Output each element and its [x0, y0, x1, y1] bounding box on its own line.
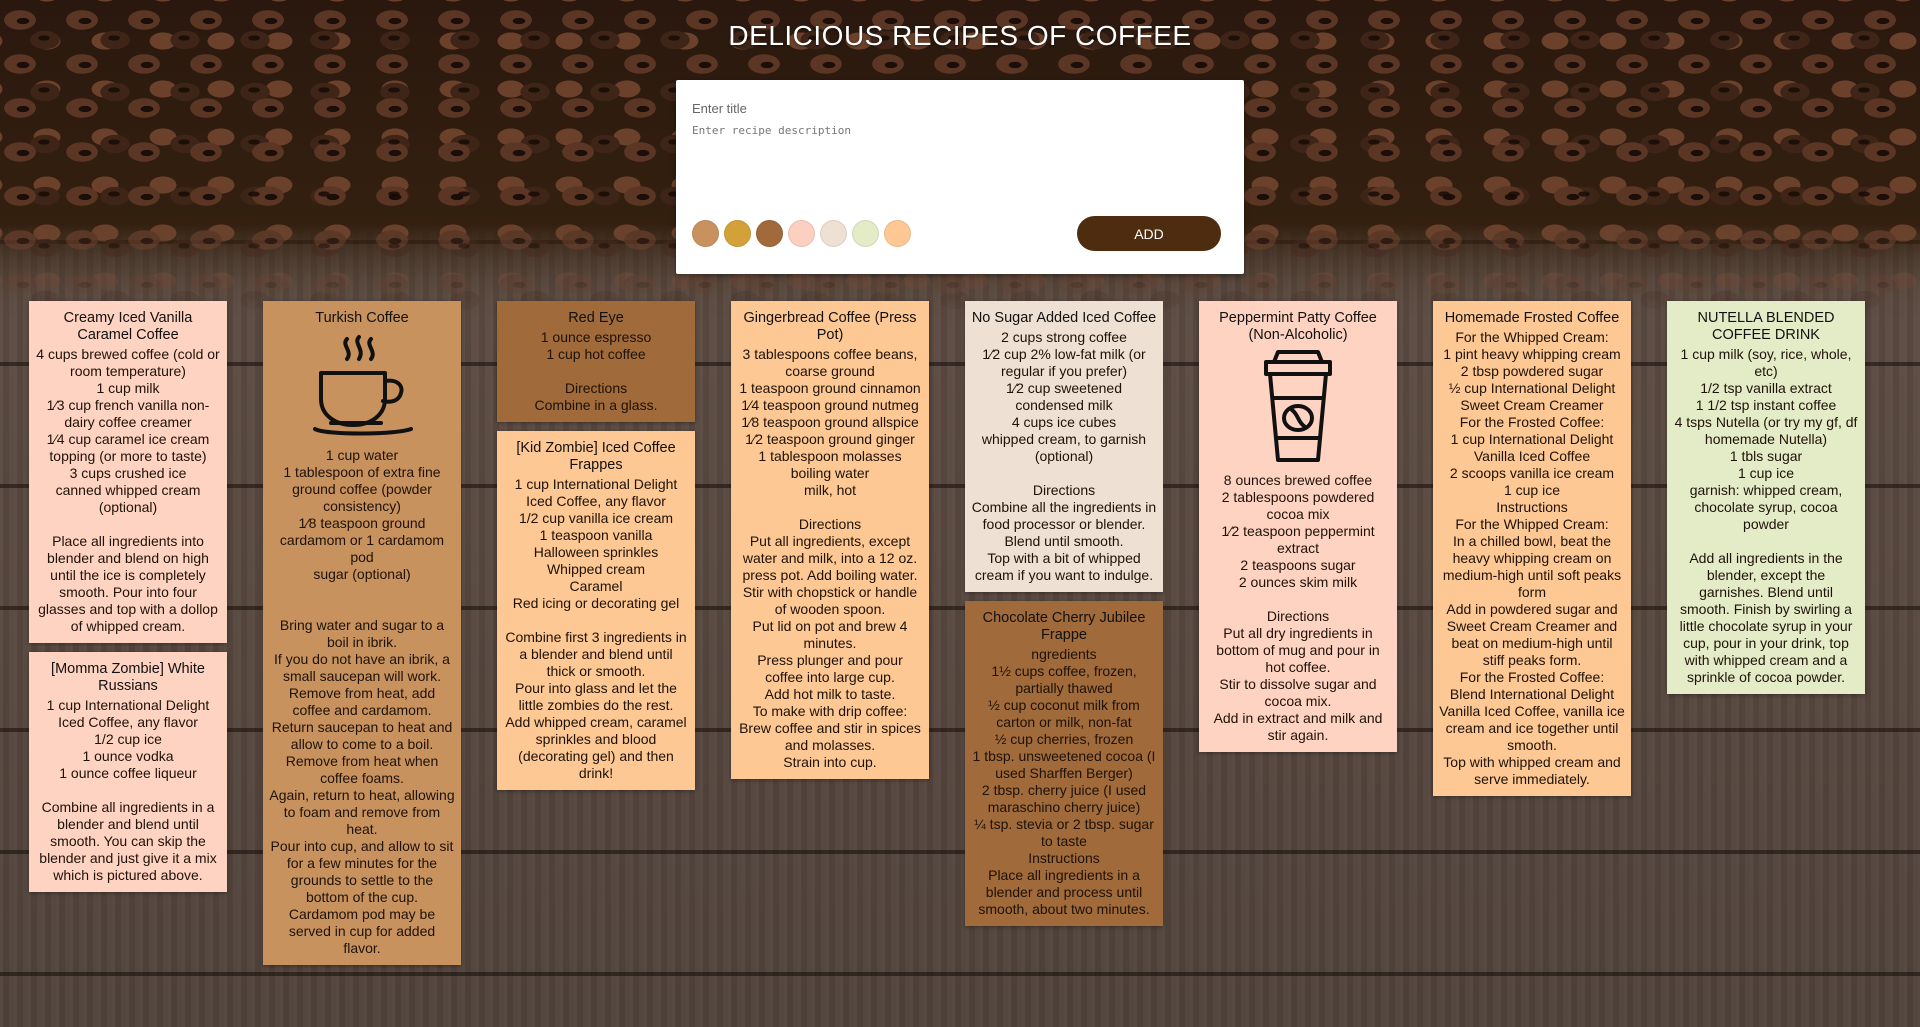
recipe-form: ADD — [676, 80, 1244, 274]
title-input[interactable] — [692, 96, 1222, 120]
recipe-title: [Kid Zombie] Iced Coffee Frappes — [516, 440, 676, 473]
recipe-description: 2 cups strong coffee 1⁄2 cup 2% low-fat … — [971, 329, 1157, 583]
recipe-title: NUTELLA BLENDED COFFEE DRINK — [1697, 310, 1835, 343]
recipe-description: 1 cup International Delight Iced Coffee,… — [505, 476, 687, 781]
color-swatch[interactable] — [756, 220, 783, 247]
color-swatch[interactable] — [724, 220, 751, 247]
description-input[interactable] — [692, 124, 1222, 204]
color-swatches — [692, 220, 911, 247]
recipe-description: 1 ounce espresso 1 cup hot coffee Direct… — [534, 329, 658, 413]
recipe-description: ngredients 1½ cups coffee, frozen, parti… — [972, 646, 1156, 917]
color-swatch[interactable] — [820, 220, 847, 247]
recipe-title: Gingerbread Coffee (Press Pot) — [743, 310, 917, 343]
recipe-title: [Momma Zombie] White Russians — [51, 661, 205, 694]
recipe-description: 4 cups brewed coffee (cold or room tempe… — [36, 346, 220, 634]
recipe-card[interactable]: NUTELLA BLENDED COFFEE DRINK 1 cup milk … — [1667, 301, 1865, 694]
recipe-title: Peppermint Patty Coffee (Non-Alcoholic) — [1219, 310, 1377, 343]
recipe-description: 3 tablespoons coffee beans, coarse groun… — [739, 346, 921, 770]
recipe-column: Creamy Iced Vanilla Caramel Coffee 4 cup… — [29, 301, 227, 892]
coffee-cup-icon — [269, 331, 455, 441]
recipe-card[interactable]: Peppermint Patty Coffee (Non-Alcoholic) … — [1199, 301, 1397, 752]
recipe-description: 1 cup milk (soy, rice, whole, etc) 1/2 t… — [1674, 346, 1858, 685]
recipe-card[interactable]: [Momma Zombie] White Russians 1 cup Inte… — [29, 652, 227, 892]
recipe-card[interactable]: Turkish Coffee 1 cup water 1 tablespoon … — [263, 301, 461, 965]
takeaway-coffee-cup-icon — [1205, 348, 1391, 466]
recipe-card[interactable]: No Sugar Added Iced Coffee 2 cups strong… — [965, 301, 1163, 592]
recipe-title: Creamy Iced Vanilla Caramel Coffee — [63, 310, 193, 343]
color-swatch[interactable] — [852, 220, 879, 247]
recipe-description: For the Whipped Cream: 1 pint heavy whip… — [1439, 329, 1625, 787]
recipe-column: NUTELLA BLENDED COFFEE DRINK 1 cup milk … — [1667, 301, 1865, 694]
recipe-title: Homemade Frosted Coffee — [1444, 310, 1620, 326]
recipe-card[interactable]: Red Eye 1 ounce espresso 1 cup hot coffe… — [497, 301, 695, 422]
recipe-card[interactable]: Homemade Frosted Coffee For the Whipped … — [1433, 301, 1631, 796]
recipe-column: Homemade Frosted Coffee For the Whipped … — [1433, 301, 1631, 796]
recipe-column: Turkish Coffee 1 cup water 1 tablespoon … — [263, 301, 461, 965]
color-swatch[interactable] — [788, 220, 815, 247]
color-swatch[interactable] — [692, 220, 719, 247]
recipe-column: Peppermint Patty Coffee (Non-Alcoholic) … — [1199, 301, 1397, 752]
recipe-card[interactable]: Creamy Iced Vanilla Caramel Coffee 4 cup… — [29, 301, 227, 643]
color-swatch[interactable] — [884, 220, 911, 247]
add-button[interactable]: ADD — [1077, 216, 1221, 251]
recipe-title: Chocolate Cherry Jubilee Frappe — [982, 610, 1146, 643]
recipe-description: 1 cup International Delight Iced Coffee,… — [39, 697, 217, 883]
recipe-column: No Sugar Added Iced Coffee 2 cups strong… — [965, 301, 1163, 926]
recipe-description: 8 ounces brewed coffee 2 tablespoons pow… — [1213, 472, 1383, 743]
recipe-column: Red Eye 1 ounce espresso 1 cup hot coffe… — [497, 301, 695, 790]
recipe-description: 1 cup water 1 tablespoon of extra fine g… — [269, 447, 455, 956]
recipe-title: Red Eye — [568, 310, 624, 326]
recipe-column: Gingerbread Coffee (Press Pot) 3 tablesp… — [731, 301, 929, 779]
recipe-card[interactable]: Chocolate Cherry Jubilee Frappe ngredien… — [965, 601, 1163, 926]
page-title: DELICIOUS RECIPES OF COFFEE — [728, 20, 1192, 51]
recipe-card[interactable]: [Kid Zombie] Iced Coffee Frappes 1 cup I… — [497, 431, 695, 790]
recipe-card[interactable]: Gingerbread Coffee (Press Pot) 3 tablesp… — [731, 301, 929, 779]
recipe-title: No Sugar Added Iced Coffee — [971, 310, 1157, 326]
recipe-title: Turkish Coffee — [315, 310, 409, 326]
